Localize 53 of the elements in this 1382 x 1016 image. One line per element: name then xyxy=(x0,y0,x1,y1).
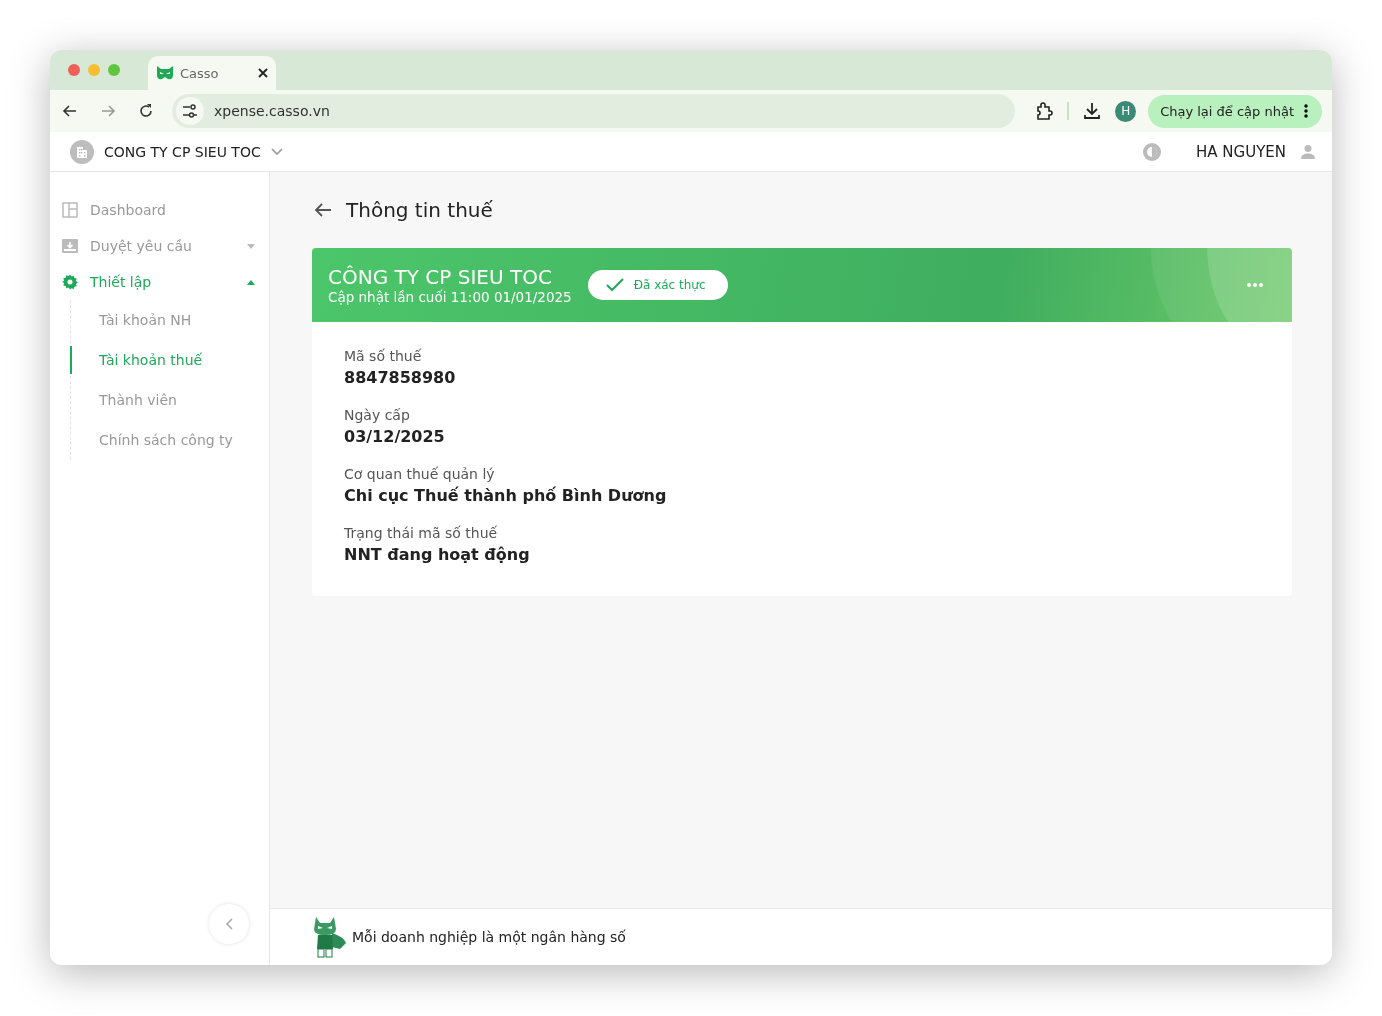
sidebar-item[interactable]: Thiết lập xyxy=(50,264,269,300)
field-value: 8847858980 xyxy=(344,368,457,387)
company-name: CÔNG TY CP SIEU TOC xyxy=(328,265,553,289)
update-button[interactable]: Chạy lại để cập nhật xyxy=(1148,94,1322,128)
close-icon[interactable] xyxy=(258,68,268,78)
window-control-icon[interactable] xyxy=(68,64,80,76)
inbox-icon xyxy=(62,238,78,254)
window-control-icon[interactable] xyxy=(88,64,100,76)
submenu-item[interactable]: Chính sách công ty xyxy=(70,420,269,460)
field-value: 03/12/2025 xyxy=(344,427,446,446)
download-icon[interactable] xyxy=(1083,102,1102,120)
reload-icon[interactable] xyxy=(138,103,154,119)
submenu-item[interactable]: Thành viên xyxy=(70,380,269,420)
field-label: Cơ quan thuế quản lý xyxy=(344,466,496,482)
field-value: Chi cục Thuế thành phố Bình Dương xyxy=(344,486,668,505)
field-value: NNT đang hoạt động xyxy=(344,545,531,564)
tab-title: Casso xyxy=(180,65,220,81)
caret-down-icon xyxy=(247,243,255,249)
more-icon[interactable] xyxy=(1246,282,1264,288)
forward-icon[interactable] xyxy=(100,103,116,119)
verified-badge: Đã xác thực xyxy=(587,270,728,300)
building-icon xyxy=(70,139,94,164)
site-settings-icon[interactable] xyxy=(182,104,198,118)
more-icon xyxy=(1304,104,1308,118)
chevron-left-icon xyxy=(225,918,233,930)
url-text: xpense.casso.vn xyxy=(214,103,330,119)
submenu-item[interactable]: Tài khoản NH xyxy=(70,300,269,340)
user-name[interactable]: HA NGUYEN xyxy=(1196,142,1286,161)
address-bar[interactable]: xpense.casso.vn xyxy=(172,94,1016,128)
back-icon[interactable] xyxy=(62,103,78,119)
mask-icon xyxy=(156,66,174,80)
slogan-text: Mỗi doanh nghiệp là một ngân hàng số xyxy=(352,929,626,945)
page-title: Thông tin thuế xyxy=(346,198,493,222)
theme-toggle-icon[interactable] xyxy=(1142,141,1162,162)
submenu-item[interactable]: Tài khoản thuế xyxy=(70,346,269,374)
sidebar-item[interactable]: Dashboard xyxy=(50,192,269,228)
caret-up-icon xyxy=(247,279,255,285)
layout-icon xyxy=(62,202,78,218)
company-selector[interactable]: CONG TY CP SIEU TOC xyxy=(70,139,283,164)
field-label: Trạng thái mã số thuế xyxy=(344,525,499,541)
last-updated: Cập nhật lần cuối 11:00 01/01/2025 xyxy=(328,289,572,305)
field-label: Mã số thuế xyxy=(344,348,423,364)
user-icon[interactable] xyxy=(1300,143,1316,160)
puzzle-icon[interactable] xyxy=(1035,102,1054,120)
check-icon xyxy=(605,278,624,292)
chevron-down-icon xyxy=(270,147,283,156)
sidebar-item[interactable]: Duyệt yêu cầu xyxy=(50,228,269,264)
back-arrow-icon[interactable] xyxy=(314,202,332,218)
gear-icon xyxy=(62,274,78,290)
field-label: Ngày cấp xyxy=(344,407,411,423)
window-control-icon[interactable] xyxy=(108,64,120,76)
profile-avatar[interactable]: H xyxy=(1115,100,1137,122)
browser-tab[interactable]: Casso xyxy=(148,56,276,90)
